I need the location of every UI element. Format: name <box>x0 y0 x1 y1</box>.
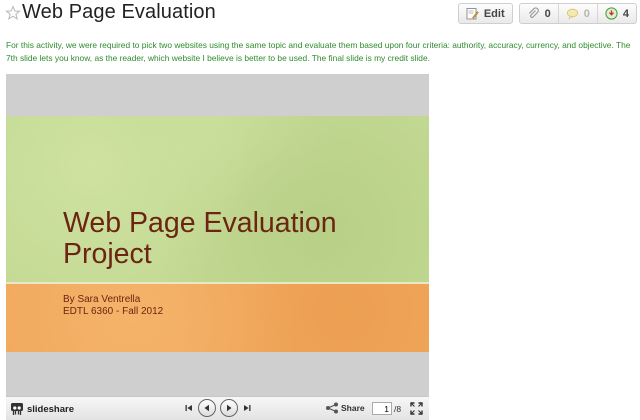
slide-author: By Sara Ventrella <box>63 294 141 305</box>
slide-course: EDTL 6360 - Fall 2012 <box>63 306 164 317</box>
followers-count: 4 <box>622 7 629 20</box>
slide-view[interactable]: Web Page Evaluation Project By Sara Vent… <box>6 116 429 382</box>
slide-pager: /8 <box>372 402 401 415</box>
player-controls: slideshare Share 1 /8 <box>6 396 429 420</box>
page-header: Web Page Evaluation Edit 0 0 4 <box>0 0 640 28</box>
comments-button[interactable]: 0 <box>559 4 598 23</box>
share-label: Share <box>341 403 365 413</box>
edit-button[interactable]: Edit <box>459 4 512 23</box>
attachments-button[interactable]: 0 <box>520 4 559 23</box>
attachment-icon <box>528 7 539 18</box>
star-icon[interactable] <box>5 5 21 21</box>
next-slide-icon <box>227 404 232 412</box>
comments-count: 0 <box>583 7 590 20</box>
slideshare-logo[interactable]: slideshare <box>10 402 74 416</box>
last-slide-button[interactable] <box>240 399 254 417</box>
edit-icon <box>466 8 479 20</box>
share-icon <box>326 402 338 414</box>
comment-icon <box>566 8 578 20</box>
slide-title: Web Page Evaluation Project <box>63 207 337 270</box>
attachments-count: 0 <box>544 7 551 20</box>
total-pages: /8 <box>394 403 402 414</box>
page-toolbar: Edit 0 0 4 <box>457 3 637 24</box>
followers-button[interactable]: 4 <box>598 4 636 23</box>
page-stats-group: 0 0 4 <box>518 3 637 24</box>
last-slide-icon <box>244 405 251 411</box>
edit-label: Edit <box>483 7 505 20</box>
page-title: Web Page Evaluation <box>22 1 216 23</box>
slide-footer-band <box>6 352 429 382</box>
edit-button-group: Edit <box>457 3 513 24</box>
previous-slide-icon <box>204 404 209 412</box>
slideshare-logo-text: slideshare <box>27 403 74 415</box>
slideshare-logo-icon <box>11 403 23 415</box>
share-button[interactable]: Share <box>325 402 365 414</box>
slide-navigation <box>182 399 254 417</box>
first-slide-icon <box>185 405 192 411</box>
page-description: For this activity, we were required to p… <box>6 40 631 63</box>
first-slide-button[interactable] <box>182 399 196 417</box>
current-page-input[interactable] <box>372 402 392 415</box>
next-slide-button[interactable] <box>220 399 238 417</box>
previous-slide-button[interactable] <box>198 399 216 417</box>
fullscreen-icon[interactable] <box>410 402 423 415</box>
slideshare-player: Web Page Evaluation Project By Sara Vent… <box>6 74 429 420</box>
follow-icon <box>605 7 618 20</box>
